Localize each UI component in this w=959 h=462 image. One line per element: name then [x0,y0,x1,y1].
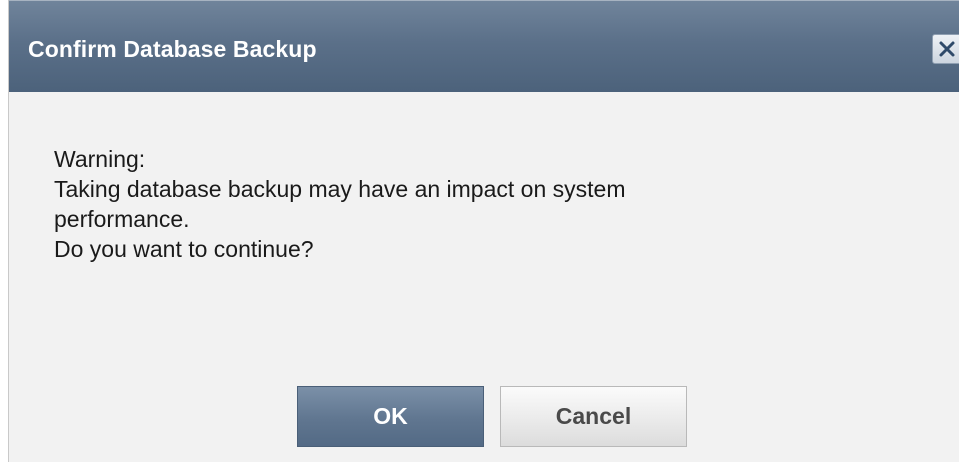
dialog-body: Warning: Taking database backup may have… [9,92,959,462]
dialog-title: Confirm Database Backup [28,36,317,62]
confirm-dialog: Confirm Database Backup Warning: Taking … [8,0,959,462]
cancel-button[interactable]: Cancel [500,386,687,447]
dialog-message: Warning: Taking database backup may have… [54,144,814,264]
message-line-warning: Warning: [54,146,146,172]
message-line-performance: performance. [54,206,190,232]
dialog-title-bar: Confirm Database Backup [9,0,959,92]
close-button[interactable] [932,34,959,64]
message-line-question: Do you want to continue? [54,236,314,262]
ok-button[interactable]: OK [297,386,484,447]
message-line-impact: Taking database backup may have an impac… [54,176,626,202]
close-icon [939,41,955,57]
